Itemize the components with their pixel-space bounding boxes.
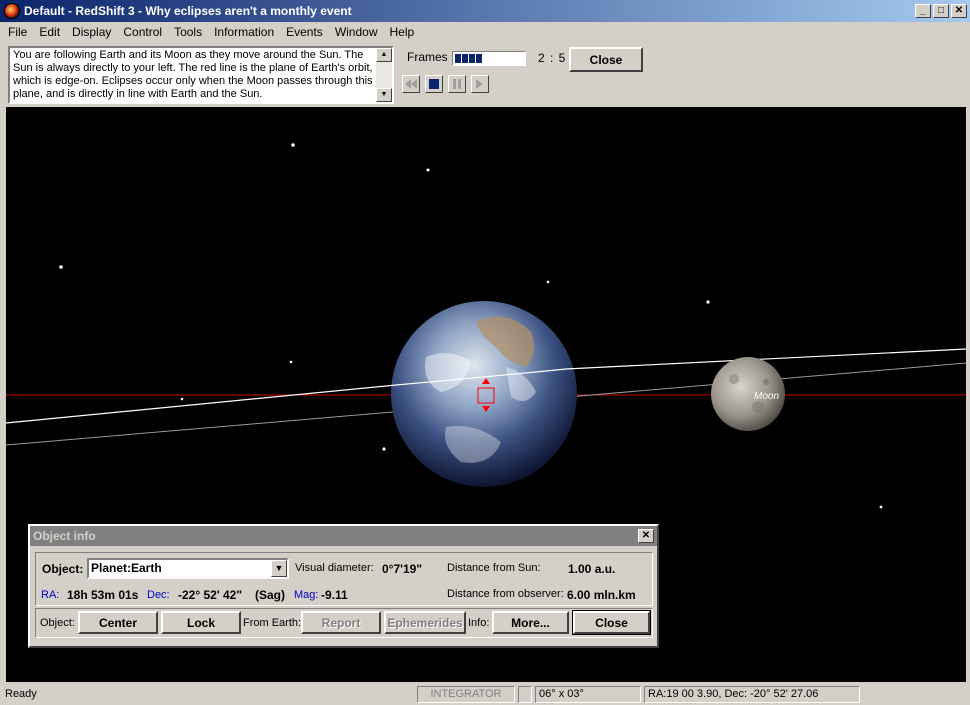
frames-label: Frames bbox=[407, 50, 448, 64]
dec-value: -22° 52' 42" bbox=[178, 588, 243, 602]
window-title: Default - RedShift 3 - Why eclipses aren… bbox=[24, 4, 352, 18]
menu-bar: File Edit Display Control Tools Informat… bbox=[0, 22, 970, 42]
menu-help[interactable]: Help bbox=[384, 25, 421, 39]
menu-information[interactable]: Information bbox=[208, 25, 280, 39]
close-icon[interactable]: ✕ bbox=[638, 529, 654, 543]
ra-label: RA: bbox=[41, 589, 60, 601]
earth-planet[interactable] bbox=[391, 301, 577, 487]
story-control-panel: You are following Earth and its Moon as … bbox=[0, 42, 970, 106]
info-label: Info: bbox=[468, 617, 490, 629]
progress-segment bbox=[469, 54, 475, 63]
moon-label: Moon bbox=[754, 391, 779, 402]
menu-file[interactable]: File bbox=[2, 25, 33, 39]
description-text: You are following Earth and its Moon as … bbox=[13, 49, 373, 100]
status-empty-cell bbox=[518, 686, 532, 703]
dec-label: Dec: bbox=[147, 589, 170, 601]
visual-diameter-label: Visual diameter: bbox=[295, 562, 374, 574]
object-label: Object: bbox=[42, 562, 84, 576]
maximize-button[interactable]: □ bbox=[933, 4, 949, 18]
from-earth-label: From Earth: bbox=[243, 617, 302, 629]
integrator-status: INTEGRATOR bbox=[417, 686, 515, 703]
progress-segment bbox=[455, 54, 461, 63]
close-dialog-button[interactable]: Close bbox=[572, 610, 651, 635]
rewind-icon[interactable] bbox=[402, 75, 420, 93]
object-select[interactable]: Planet:Earth ▼ bbox=[87, 558, 289, 579]
distance-sun-label: Distance from Sun: bbox=[447, 562, 541, 574]
mag-label: Mag: bbox=[294, 589, 319, 601]
ephemerides-button[interactable]: Ephemerides bbox=[384, 611, 466, 634]
frames-progress-bar bbox=[452, 51, 526, 66]
object-info-dialog: Object info ✕ Object: Planet:Earth ▼ Vis… bbox=[28, 524, 659, 648]
description-box[interactable]: You are following Earth and its Moon as … bbox=[8, 46, 394, 104]
fov-status: 06° x 03° bbox=[535, 686, 641, 703]
report-button[interactable]: Report bbox=[301, 611, 381, 634]
mag-value: -9.11 bbox=[321, 588, 348, 602]
status-ready: Ready bbox=[5, 688, 37, 700]
progress-segment bbox=[462, 54, 468, 63]
description-scrollbar[interactable]: ▲ ▼ bbox=[376, 48, 392, 102]
more-button[interactable]: More... bbox=[492, 611, 569, 634]
object-info-title[interactable]: Object info bbox=[30, 526, 657, 546]
minimize-button[interactable]: _ bbox=[915, 4, 931, 18]
scroll-down-icon[interactable]: ▼ bbox=[376, 88, 392, 102]
distance-sun-value: 1.00 a.u. bbox=[568, 562, 616, 576]
title-bar: Default - RedShift 3 - Why eclipses aren… bbox=[0, 0, 970, 22]
lock-button[interactable]: Lock bbox=[161, 611, 241, 634]
menu-control[interactable]: Control bbox=[117, 25, 168, 39]
object-select-value: Planet:Earth bbox=[91, 561, 162, 575]
frame-counter: 2 : 5 bbox=[538, 51, 567, 65]
object-actions-group: Object: Center Lock From Earth: Report E… bbox=[35, 608, 653, 638]
close-story-button[interactable]: Close bbox=[569, 47, 643, 72]
menu-events[interactable]: Events bbox=[280, 25, 329, 39]
status-bar: Ready INTEGRATOR 06° x 03° RA:19 00 3.90… bbox=[0, 684, 970, 705]
visual-diameter-value: 0°7'19" bbox=[382, 562, 423, 576]
object-actions-label: Object: bbox=[40, 617, 75, 629]
menu-edit[interactable]: Edit bbox=[33, 25, 66, 39]
scroll-up-icon[interactable]: ▲ bbox=[376, 48, 392, 62]
app-icon[interactable] bbox=[4, 3, 20, 19]
object-details-group: Object: Planet:Earth ▼ Visual diameter: … bbox=[35, 552, 653, 606]
distance-observer-label: Distance from observer: bbox=[447, 588, 564, 600]
close-window-button[interactable]: ✕ bbox=[951, 4, 967, 18]
chevron-down-icon[interactable]: ▼ bbox=[271, 560, 287, 577]
distance-observer-value: 6.00 mln.km bbox=[567, 588, 636, 602]
pause-icon[interactable] bbox=[448, 75, 466, 93]
menu-display[interactable]: Display bbox=[66, 25, 117, 39]
ra-value: 18h 53m 01s bbox=[67, 588, 139, 602]
menu-tools[interactable]: Tools bbox=[168, 25, 208, 39]
constellation-value: (Sag) bbox=[255, 588, 285, 602]
menu-window[interactable]: Window bbox=[329, 25, 384, 39]
step-forward-icon[interactable] bbox=[471, 75, 489, 93]
progress-segment bbox=[476, 54, 482, 63]
stop-icon[interactable] bbox=[425, 75, 443, 93]
center-button[interactable]: Center bbox=[78, 611, 158, 634]
coordinates-status: RA:19 00 3.90, Dec: -20° 52' 27.06 bbox=[644, 686, 860, 703]
